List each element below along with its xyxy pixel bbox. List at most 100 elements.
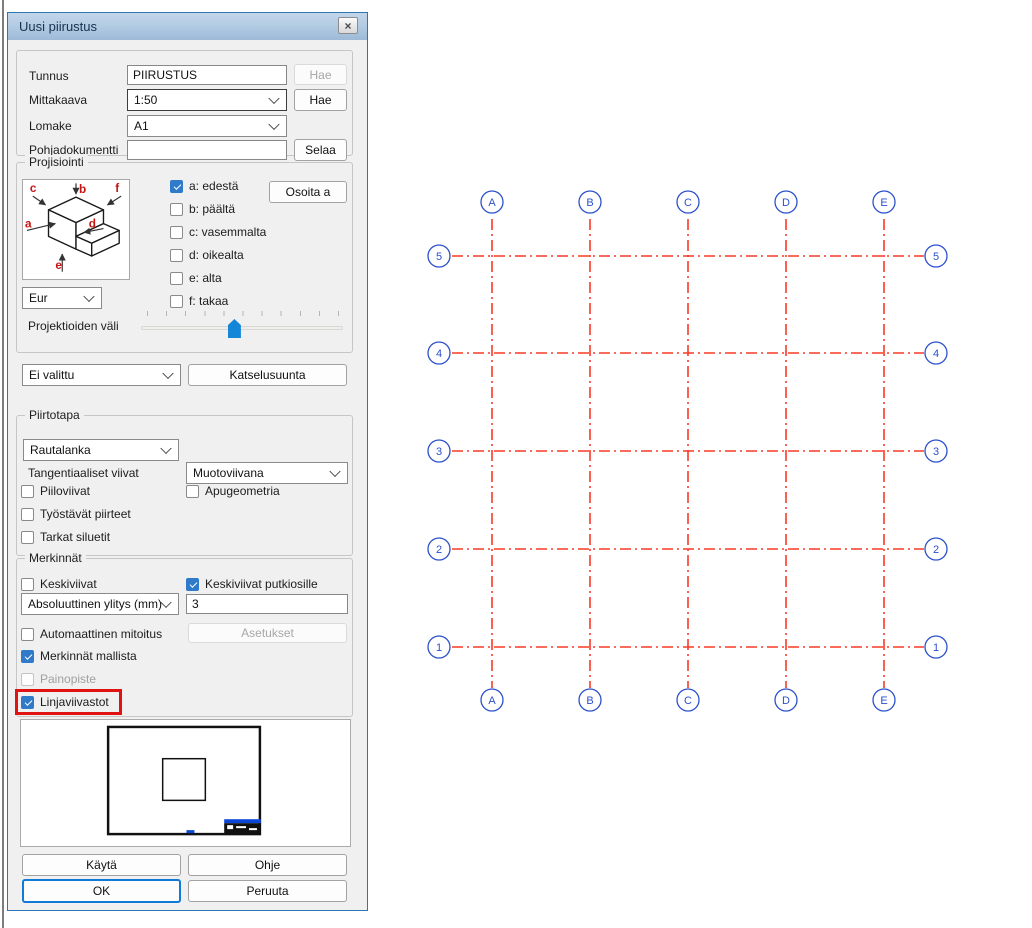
checkbox-label: a: edestä xyxy=(189,179,238,193)
chevron-down-icon xyxy=(329,466,340,477)
basic-fields-panel: Tunnus Hae Mittakaava 1:50 Hae Lomake A1… xyxy=(16,50,353,156)
grid-bubble-label: 3 xyxy=(933,446,939,458)
checkbox-label: Piiloviivat xyxy=(40,484,90,498)
grid-bubble xyxy=(925,440,947,462)
tunnus-input[interactable] xyxy=(127,65,287,85)
ylitys-value-input[interactable] xyxy=(186,594,348,614)
hae-top-button[interactable]: Hae xyxy=(294,64,347,85)
slider-ticks xyxy=(147,311,339,316)
projection-standard-select[interactable]: Eur xyxy=(22,287,102,309)
cube-label-b: b xyxy=(79,183,86,196)
projection-spacing-label: Projektioiden väli xyxy=(28,319,119,333)
slider-thumb[interactable] xyxy=(228,319,241,338)
checkbox-tarkat-siluetit[interactable]: Tarkat siluetit xyxy=(21,530,110,544)
grid-bubble xyxy=(428,636,450,658)
grid-bubble xyxy=(925,538,947,560)
mittakaava-value: 1:50 xyxy=(134,93,157,107)
checkbox-label: Automaattinen mitoitus xyxy=(40,627,162,641)
lomake-select[interactable]: A1 xyxy=(127,115,287,137)
checkbox-label: c: vasemmalta xyxy=(189,225,266,239)
grid-bubble xyxy=(481,689,503,711)
dialog-uusi-piirustus: Uusi piirustus × Tunnus Hae Mittakaava 1… xyxy=(7,12,368,911)
dialog-title: Uusi piirustus xyxy=(19,19,97,34)
grid-bubble-label: D xyxy=(782,197,790,209)
checkbox-merkinnat-mallista[interactable]: Merkinnät mallista xyxy=(21,649,137,663)
grid-bubble-label: 4 xyxy=(436,348,442,360)
ylitys-mode-value: Absoluuttinen ylitys (mm) xyxy=(28,597,162,611)
katselusuunta-button[interactable]: Katselusuunta xyxy=(188,364,347,386)
chevron-down-icon xyxy=(160,443,171,454)
view-selection-value: Ei valittu xyxy=(29,368,74,382)
checkbox-e-alta[interactable]: e: alta xyxy=(170,271,222,285)
cube-label-f: f xyxy=(115,182,119,195)
osoita-a-button[interactable]: Osoita a xyxy=(269,181,347,203)
cube-label-e: e xyxy=(55,259,62,272)
checkbox-painopiste[interactable]: Painopiste xyxy=(21,672,96,686)
checkbox-label: Keskiviivat putkiosille xyxy=(205,577,318,591)
projection-spacing-slider[interactable] xyxy=(141,311,343,345)
checkbox-label: d: oikealta xyxy=(189,248,244,262)
projection-cube-image: a b c d e f xyxy=(22,179,130,280)
screen: Uusi piirustus × Tunnus Hae Mittakaava 1… xyxy=(0,0,1032,928)
grid-bubble xyxy=(428,440,450,462)
grid-bubble xyxy=(677,689,699,711)
mittakaava-select[interactable]: 1:50 xyxy=(127,89,287,111)
lomake-label: Lomake xyxy=(29,119,72,133)
view-selection-select[interactable]: Ei valittu xyxy=(22,364,181,386)
checkbox-tyostavat-piirteet[interactable]: Työstävät piirteet xyxy=(21,507,131,521)
cube-label-a: a xyxy=(25,218,32,231)
chevron-down-icon xyxy=(162,368,173,379)
grid-bubble xyxy=(428,538,450,560)
checkbox-keskiviivat-putkiosille[interactable]: Keskiviivat putkiosille xyxy=(186,577,318,591)
cancel-button[interactable]: Peruuta xyxy=(188,880,347,902)
hae-button[interactable]: Hae xyxy=(294,89,347,111)
piirtotapa-groupbox: Piirtotapa Rautalanka Tangentiaaliset vi… xyxy=(16,415,353,556)
grid-bubble-label: 1 xyxy=(436,642,442,654)
checkbox-box xyxy=(170,180,183,193)
pohjadokumentti-input[interactable] xyxy=(127,140,287,160)
checkbox-b-paalta[interactable]: b: päältä xyxy=(170,202,235,216)
apply-button[interactable]: Käytä xyxy=(22,854,181,876)
checkbox-automaattinen-mitoitus[interactable]: Automaattinen mitoitus xyxy=(21,627,162,641)
checkbox-box xyxy=(21,673,34,686)
mittakaava-label: Mittakaava xyxy=(29,93,87,107)
checkbox-f-takaa[interactable]: f: takaa xyxy=(170,294,228,308)
grid-bubble-label: E xyxy=(880,197,887,209)
slider-track[interactable] xyxy=(141,326,343,330)
grid-bubble xyxy=(925,636,947,658)
sheet-preview-panel xyxy=(20,719,351,847)
grid-bubble-label: C xyxy=(684,197,692,209)
grid-bubble xyxy=(677,191,699,213)
dialog-titlebar[interactable]: Uusi piirustus xyxy=(8,13,367,40)
checkbox-d-oikealta[interactable]: d: oikealta xyxy=(170,248,244,262)
selaa-button[interactable]: Selaa xyxy=(294,139,347,161)
grid-bubble-label: A xyxy=(488,695,496,707)
checkbox-label: Merkinnät mallista xyxy=(40,649,137,663)
tangential-lines-select[interactable]: Muotoviivana xyxy=(186,462,348,484)
ylitys-mode-select[interactable]: Absoluuttinen ylitys (mm) xyxy=(21,593,179,615)
grid-bubble xyxy=(579,191,601,213)
grid-bubble xyxy=(579,689,601,711)
merkinnat-legend: Merkinnät xyxy=(25,551,86,565)
checkbox-apugeometria[interactable]: Apugeometria xyxy=(186,484,280,498)
close-button[interactable]: × xyxy=(338,17,358,34)
grid-bubble-label: E xyxy=(880,695,887,707)
checkbox-a-edesta[interactable]: a: edestä xyxy=(170,179,238,193)
checkbox-label: Keskiviivat xyxy=(40,577,97,591)
grid-bubble xyxy=(428,245,450,267)
grid-bubble-label: 4 xyxy=(933,348,939,360)
checkbox-c-vasemmalta[interactable]: c: vasemmalta xyxy=(170,225,266,239)
chevron-down-icon xyxy=(83,291,94,302)
asetukset-button[interactable]: Asetukset xyxy=(188,623,347,643)
checkbox-keskiviivat[interactable]: Keskiviivat xyxy=(21,577,97,591)
help-button[interactable]: Ohje xyxy=(188,854,347,876)
ok-button[interactable]: OK xyxy=(22,879,181,903)
checkbox-box xyxy=(21,578,34,591)
checkbox-piiloviivat[interactable]: Piiloviivat xyxy=(21,484,90,498)
grid-bubble xyxy=(873,689,895,711)
checkbox-box xyxy=(170,226,183,239)
grid-bubble-label: 5 xyxy=(933,251,939,263)
grid-bubble-label: 2 xyxy=(436,544,442,556)
draw-mode-select[interactable]: Rautalanka xyxy=(23,439,179,461)
window-edge-line xyxy=(2,0,4,928)
